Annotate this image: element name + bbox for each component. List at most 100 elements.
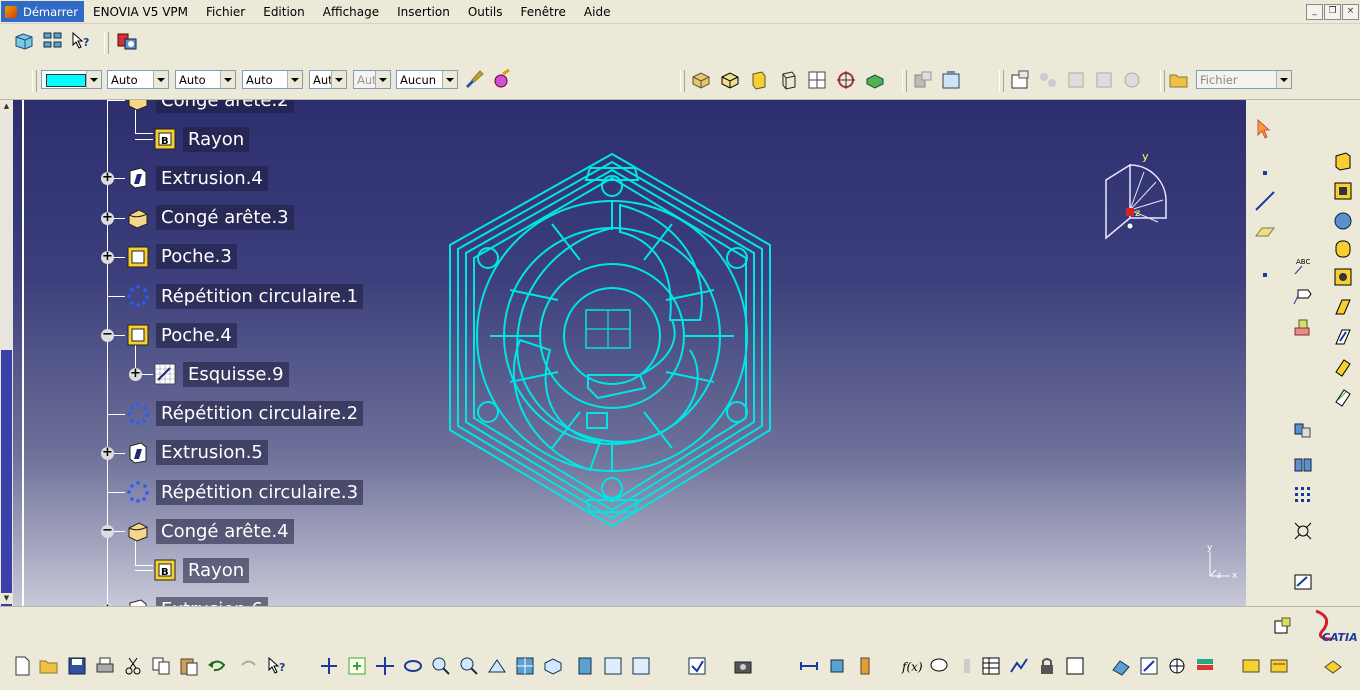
enovia-connect-icon[interactable]: [116, 30, 138, 52]
tree-node-label[interactable]: Répétition circulaire.1: [156, 283, 364, 309]
print-icon[interactable]: [94, 655, 116, 677]
capture-camera-icon[interactable]: [732, 655, 754, 677]
scroll-up-icon[interactable]: ▲: [1, 101, 12, 112]
linetype-combo[interactable]: Auto: [107, 70, 169, 89]
normal-view-icon[interactable]: [486, 655, 508, 677]
toolbar-grip[interactable]: [1160, 70, 1165, 92]
tree-node-label[interactable]: Répétition circulaire.3: [156, 479, 364, 505]
rib-icon[interactable]: [1332, 296, 1354, 318]
boolean-icon[interactable]: [1292, 418, 1314, 440]
annotation-3d-icon[interactable]: [1292, 316, 1314, 338]
toolbar-grip[interactable]: [902, 70, 907, 92]
menu-edition[interactable]: Edition: [254, 5, 314, 19]
start-menu-button[interactable]: Démarrer: [1, 1, 84, 22]
properties-toolbar-grip[interactable]: [32, 70, 37, 92]
tree-node-label[interactable]: Esquisse.9: [183, 361, 289, 387]
view-mode-icon[interactable]: [864, 69, 886, 91]
removed-multi-section-icon[interactable]: [1332, 386, 1354, 408]
tree-node-label[interactable]: Congé arête.2: [156, 100, 294, 113]
line-icon[interactable]: [1254, 190, 1276, 212]
tree-node[interactable]: Congé arête.4: [125, 517, 294, 545]
3d-viewport[interactable]: Congé arête.2 B Rayon Extrusion.4 + Congé arê…: [0, 100, 1246, 606]
tree-node[interactable]: Répétition circulaire.1: [125, 282, 364, 310]
tree-node-label[interactable]: Répétition circulaire.2: [156, 401, 364, 427]
iso-view-icon[interactable]: [542, 655, 564, 677]
fly-mode-icon[interactable]: [318, 655, 340, 677]
tree-node[interactable]: B Rayon: [152, 125, 250, 153]
zoom-out-icon[interactable]: [458, 655, 480, 677]
expand-icon[interactable]: +: [101, 211, 114, 225]
tree-node[interactable]: Esquisse.9: [152, 360, 289, 388]
layer-combo[interactable]: Aut: [309, 70, 347, 89]
tree-node-label[interactable]: Rayon: [183, 557, 250, 583]
shading-icon[interactable]: [690, 69, 712, 91]
design-table-icon[interactable]: [980, 655, 1002, 677]
measure-icon[interactable]: [1292, 520, 1314, 542]
swap-visible-space-icon[interactable]: [940, 69, 962, 91]
measure-item-icon[interactable]: [826, 655, 848, 677]
analysis-icon[interactable]: [1166, 655, 1188, 677]
tree-node-label[interactable]: Congé arête.3: [156, 205, 294, 231]
shading-hidden-icon[interactable]: [748, 69, 770, 91]
plane-icon[interactable]: [1254, 220, 1276, 242]
rotate-icon[interactable]: [402, 655, 424, 677]
center-target-icon[interactable]: [835, 69, 857, 91]
groove-icon[interactable]: [1332, 238, 1354, 260]
whats-this-help-icon[interactable]: ?: [70, 30, 92, 52]
tree-node-label[interactable]: Congé arête.4: [156, 518, 294, 544]
expand-icon[interactable]: +: [101, 171, 114, 186]
shaft-icon[interactable]: [1332, 210, 1354, 232]
undo-icon[interactable]: [206, 655, 228, 677]
expand-icon[interactable]: +: [101, 250, 114, 264]
rectangular-pattern-icon[interactable]: [1292, 484, 1314, 506]
fit-all-icon[interactable]: [346, 655, 368, 677]
collapse-icon[interactable]: −: [101, 328, 114, 343]
tree-node[interactable]: Extrusion.6: [125, 596, 268, 606]
law-icon[interactable]: [1008, 655, 1030, 677]
expand-icon[interactable]: +: [101, 446, 114, 460]
sketch-analysis-icon[interactable]: [1292, 570, 1314, 592]
tree-node-label[interactable]: Extrusion.6: [156, 597, 268, 606]
new-document-icon[interactable]: [11, 655, 33, 677]
slot-icon[interactable]: [1332, 326, 1354, 348]
collapse-icon[interactable]: −: [101, 524, 114, 539]
multi-select-icon[interactable]: [42, 30, 64, 52]
point-symbol-combo[interactable]: Auto: [242, 70, 303, 89]
toolbar-grip[interactable]: [999, 70, 1004, 92]
create-multi-view-icon[interactable]: [514, 655, 536, 677]
open-icon[interactable]: [38, 655, 60, 677]
scroll-thumb[interactable]: [1, 350, 12, 615]
menu-affichage[interactable]: Affichage: [314, 5, 388, 19]
help-icon[interactable]: ?: [266, 655, 288, 677]
hole-icon[interactable]: [1332, 266, 1354, 288]
point-icon[interactable]: [1254, 162, 1276, 184]
tree-node[interactable]: Extrusion.4: [125, 164, 268, 192]
tree-node-label[interactable]: Extrusion.5: [156, 440, 268, 466]
tree-scrollbar[interactable]: ▲ ▼: [0, 100, 13, 615]
open-file-icon[interactable]: [1168, 69, 1190, 91]
file-filter-combo[interactable]: Fichier: [1196, 70, 1292, 89]
save-icon[interactable]: [66, 655, 88, 677]
render-style-combo[interactable]: Aucun: [396, 70, 458, 89]
menu-enovia[interactable]: ENOVIA V5 VPM: [84, 5, 197, 19]
apply-material-bottom-icon[interactable]: [1110, 655, 1132, 677]
mirror-icon[interactable]: [1292, 454, 1314, 476]
update-icon[interactable]: [686, 655, 708, 677]
catalog-icon[interactable]: [1240, 655, 1262, 677]
knowledge-advisor-icon[interactable]: [1064, 655, 1086, 677]
measure-between-icon[interactable]: [798, 655, 820, 677]
close-window-button[interactable]: ×: [1342, 4, 1359, 20]
compass-widget[interactable]: y x z: [1098, 150, 1178, 245]
menu-outils[interactable]: Outils: [459, 5, 512, 19]
hide-show-bottom-icon[interactable]: [574, 655, 596, 677]
multi-section-icon[interactable]: [1332, 356, 1354, 378]
properties-icon[interactable]: [1009, 69, 1031, 91]
select-arrow-icon[interactable]: [1254, 118, 1276, 140]
menu-fichier[interactable]: Fichier: [197, 5, 254, 19]
tree-node[interactable]: Extrusion.5: [125, 439, 268, 467]
tree-node-label[interactable]: Rayon: [183, 126, 250, 152]
tree-node[interactable]: Poche.3: [125, 243, 237, 271]
pad-icon[interactable]: [1332, 150, 1354, 172]
tree-node[interactable]: Congé arête.2: [125, 100, 294, 114]
tree-node[interactable]: Répétition circulaire.3: [125, 478, 364, 506]
